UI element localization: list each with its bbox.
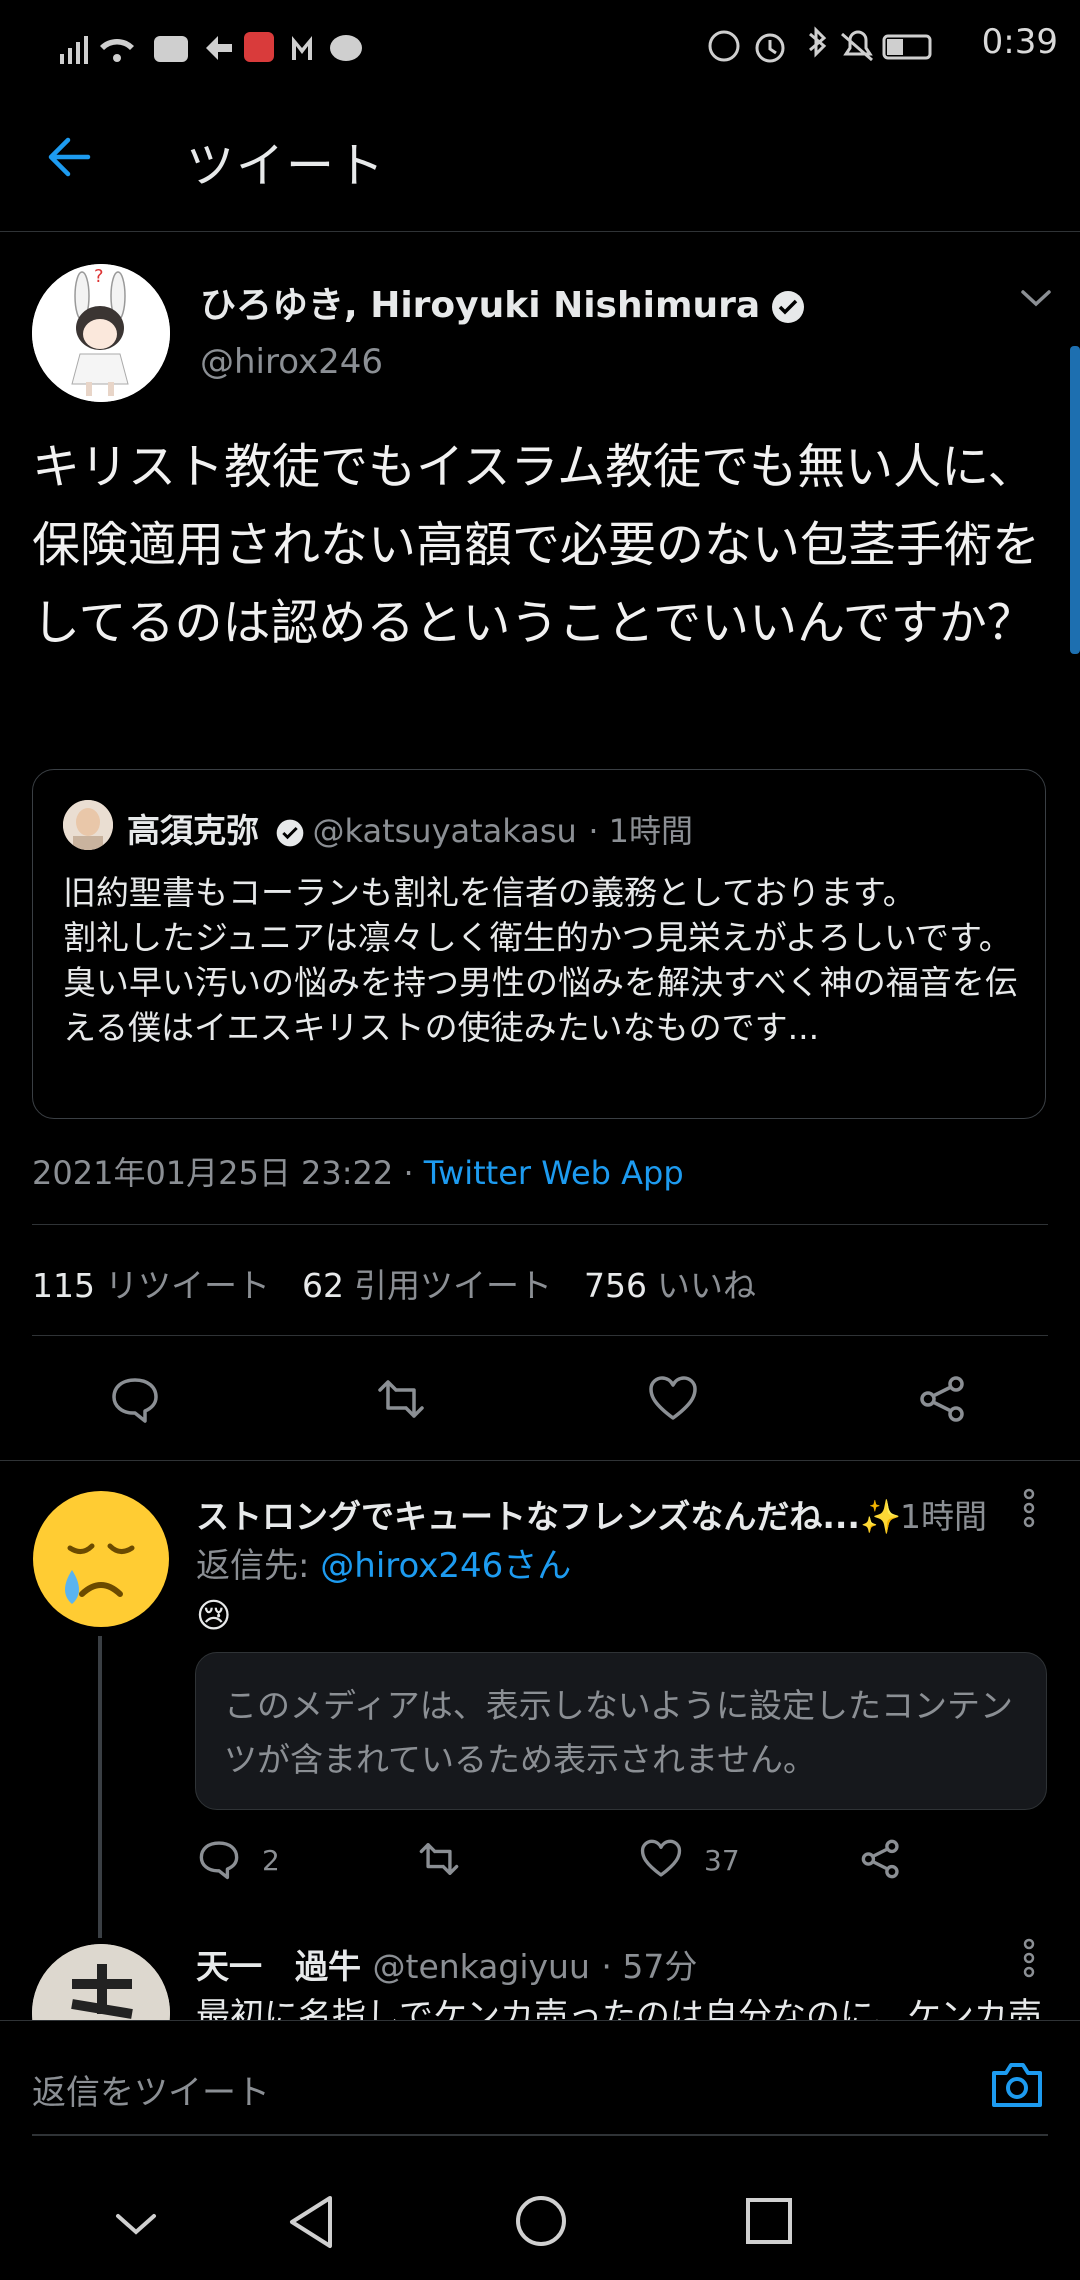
verified-badge-icon bbox=[772, 291, 805, 323]
more-options-icon[interactable] bbox=[1022, 1488, 1036, 1528]
reply-emoji: 😢 bbox=[196, 1596, 232, 1636]
status-right-icons bbox=[708, 26, 932, 63]
author-avatar[interactable]: ? bbox=[32, 264, 170, 402]
quoted-tweet-time: · 1時間 bbox=[588, 812, 694, 850]
tweet-timestamp: 2021年01月25日 23:22 · bbox=[32, 1154, 414, 1192]
reply-input-placeholder[interactable]: 返信をツイート bbox=[32, 2065, 270, 2114]
share-icon[interactable] bbox=[918, 1374, 968, 1424]
system-nav-bar bbox=[0, 2160, 1080, 2280]
nav-hide-keyboard-icon[interactable] bbox=[114, 2210, 158, 2238]
divider bbox=[32, 1224, 1048, 1225]
retweet-label[interactable]: リツイート bbox=[105, 1266, 270, 1305]
composer-underline bbox=[32, 2134, 1048, 2136]
back-arrow-icon[interactable] bbox=[44, 132, 94, 182]
quoted-author-avatar bbox=[63, 800, 113, 850]
nav-home-icon[interactable] bbox=[514, 2194, 568, 2248]
tweet-meta: 2021年01月25日 23:22 · Twitter Web App bbox=[32, 1148, 684, 1194]
author-name-text: ひろゆき, Hiroyuki Nishimura bbox=[200, 285, 761, 326]
reply-time: · 57分 bbox=[601, 1947, 698, 1986]
nav-recents-icon[interactable] bbox=[744, 2196, 794, 2246]
status-time: 0:39 bbox=[981, 22, 1058, 62]
reply-author-line: 天一 過牛 @tenkagiyuu · 57分 bbox=[196, 1940, 697, 1988]
quoted-line: 割礼したジュニアは凛々しく衛生的かつ見栄えがよろしいです。 bbox=[63, 918, 1012, 957]
quoted-author-handle: @katsuyatakasu bbox=[312, 812, 577, 850]
reply-author-name[interactable]: 天一 過牛 bbox=[196, 1947, 361, 1986]
page-title: ツイート bbox=[186, 138, 387, 194]
verified-badge-icon bbox=[276, 819, 303, 846]
reply-author-name[interactable]: ストロングでキュートなフレンズなんだね...✨ bbox=[196, 1490, 901, 1538]
retweet-icon[interactable] bbox=[418, 1838, 460, 1880]
reply-author-handle[interactable]: @tenkagiyuu bbox=[373, 1947, 590, 1986]
author-handle[interactable]: @hirox246 bbox=[200, 342, 383, 382]
like-count: 37 bbox=[704, 1844, 740, 1877]
quote-count[interactable]: 62 bbox=[302, 1266, 344, 1305]
like-label[interactable]: いいね bbox=[657, 1266, 756, 1305]
quoted-line: 臭い早い汚いの悩みを持つ男性の悩みを解決すべく神の福音を伝える僕はイエスキリスト… bbox=[63, 963, 1018, 1047]
quoted-author-line: 高須克弥 @katsuyatakasu · 1時間 bbox=[127, 804, 693, 852]
divider bbox=[32, 1335, 1048, 1336]
divider bbox=[0, 1460, 1080, 1461]
quoted-tweet[interactable]: 高須克弥 @katsuyatakasu · 1時間 旧約聖書もコーランも割礼を信… bbox=[32, 769, 1046, 1119]
svg-text:?: ? bbox=[94, 266, 104, 287]
reply-icon[interactable] bbox=[110, 1374, 160, 1424]
like-count[interactable]: 756 bbox=[584, 1266, 647, 1305]
reply-composer[interactable]: 返信をツイート bbox=[0, 2020, 1080, 2161]
reply-to-prefix: 返信先: bbox=[196, 1546, 321, 1586]
reply-icon[interactable] bbox=[198, 1838, 240, 1880]
retweet-icon[interactable] bbox=[376, 1374, 426, 1424]
nav-back-icon[interactable] bbox=[286, 2194, 336, 2250]
tweet-source-link[interactable]: Twitter Web App bbox=[424, 1154, 684, 1192]
like-heart-icon[interactable] bbox=[648, 1374, 698, 1424]
share-icon[interactable] bbox=[860, 1838, 902, 1880]
chevron-down-icon[interactable] bbox=[1018, 286, 1054, 310]
author-name[interactable]: ひろゆき, Hiroyuki Nishimura bbox=[200, 276, 806, 328]
camera-icon[interactable] bbox=[990, 2059, 1044, 2109]
reply-time: 1時間 bbox=[900, 1497, 987, 1536]
quoted-line: 旧約聖書もコーランも割礼を信者の義務としております。 bbox=[63, 873, 916, 912]
status-bar: 0:39 bbox=[0, 0, 1080, 92]
status-icons bbox=[60, 32, 362, 64]
thread-line bbox=[98, 1636, 102, 1938]
quoted-author-name: 高須克弥 bbox=[127, 811, 259, 850]
sensitive-media-notice[interactable]: このメディアは、表示しないように設定したコンテンツが含まれているため表示されませ… bbox=[195, 1652, 1047, 1810]
reply-to-mention[interactable]: @hirox246さん bbox=[320, 1546, 571, 1586]
quote-label[interactable]: 引用ツイート bbox=[354, 1266, 552, 1305]
tweet-text: キリスト教徒でもイスラム教徒でも無い人に、保険適用されない高額で必要のない包茎手… bbox=[32, 439, 1041, 651]
quoted-tweet-text: 旧約聖書もコーランも割礼を信者の義務としております。 割礼したジュニアは凛々しく… bbox=[63, 870, 1023, 1050]
tweet-stats: 115 リツイート 62 引用ツイート 756 いいね bbox=[32, 1259, 788, 1307]
more-options-icon[interactable] bbox=[1022, 1938, 1036, 1978]
reply-to-line: 返信先: @hirox246さん bbox=[196, 1538, 571, 1587]
reply-count: 2 bbox=[262, 1844, 280, 1877]
retweet-count[interactable]: 115 bbox=[32, 1266, 95, 1305]
scrollbar[interactable] bbox=[1070, 346, 1080, 654]
header-divider bbox=[0, 231, 1080, 232]
like-heart-icon[interactable] bbox=[640, 1838, 682, 1880]
reply-author-avatar[interactable] bbox=[32, 1490, 170, 1628]
